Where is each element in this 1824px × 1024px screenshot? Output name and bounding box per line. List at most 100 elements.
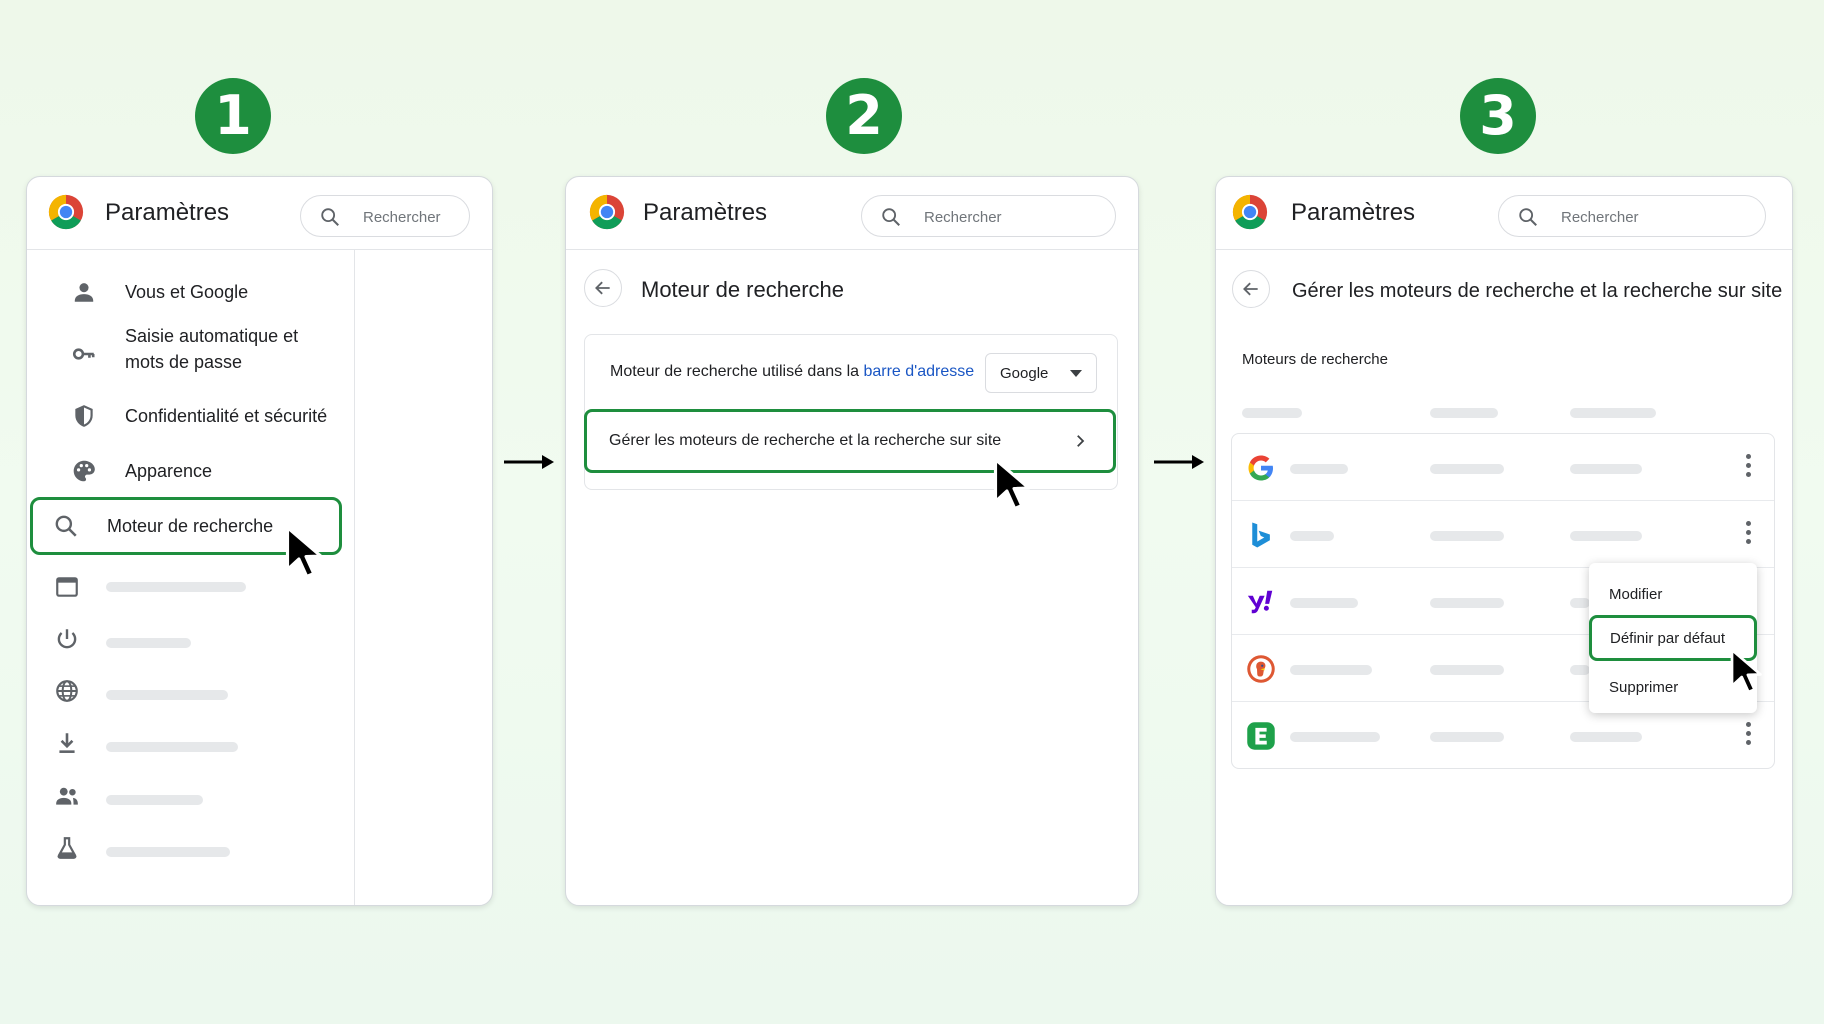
ecosia-logo xyxy=(1247,722,1275,750)
sidebar-item-privacy[interactable]: Confidentialité et sécurité xyxy=(45,391,365,439)
globe-icon xyxy=(56,680,78,702)
settings-header: Paramètres xyxy=(566,177,1138,250)
placeholder-bar xyxy=(106,690,228,700)
step-1-badge: 1 xyxy=(195,78,271,154)
search-box[interactable] xyxy=(1498,195,1766,237)
flask-icon xyxy=(57,837,77,859)
column-header-placeholder xyxy=(1570,408,1656,418)
mouse-cursor-icon xyxy=(285,525,323,579)
placeholder-bar xyxy=(1570,598,1590,608)
sidebar-item-you-and-google[interactable]: Vous et Google xyxy=(45,267,365,315)
download-icon xyxy=(59,733,75,753)
placeholder-bar xyxy=(1290,665,1372,675)
right-arrow-icon xyxy=(504,455,554,469)
page-title: Paramètres xyxy=(105,199,230,226)
menu-item-edit[interactable]: Modifier xyxy=(1589,573,1757,617)
search-icon xyxy=(882,208,900,226)
back-arrow-icon xyxy=(595,281,610,295)
sidebar-item-autofill[interactable]: Saisie automatique et mots de passe xyxy=(45,319,365,379)
placeholder-bar xyxy=(1570,531,1642,541)
section-label: Moteurs de recherche xyxy=(1242,351,1388,368)
placeholder-bar xyxy=(1570,732,1642,742)
placeholder-bar xyxy=(106,582,246,592)
browser-window-icon xyxy=(56,577,78,597)
placeholder-bar xyxy=(1430,665,1504,675)
settings-header: Paramètres xyxy=(1216,177,1792,250)
mouse-cursor-icon xyxy=(993,457,1031,511)
more-options-icon[interactable] xyxy=(1746,722,1752,746)
sidebar-item-appearance[interactable]: Apparence xyxy=(45,446,365,494)
manage-search-engines-label: Gérer les moteurs de recherche et la rec… xyxy=(609,432,1002,449)
placeholder-bar xyxy=(1430,598,1504,608)
placeholder-bar xyxy=(1290,464,1348,474)
sidebar-item-label: Apparence xyxy=(125,461,213,481)
search-icon xyxy=(55,515,77,537)
more-options-icon[interactable] xyxy=(1746,521,1752,545)
sidebar-item-label: Confidentialité et sécurité xyxy=(125,406,328,426)
column-header-placeholder xyxy=(1242,408,1302,418)
palette-icon xyxy=(73,460,95,482)
page-title: Paramètres xyxy=(1291,199,1416,226)
menu-item-label: Définir par défaut xyxy=(1610,630,1726,647)
search-box[interactable] xyxy=(861,195,1116,237)
column-header-placeholder xyxy=(1430,408,1498,418)
shield-icon xyxy=(75,405,93,427)
menu-item-label: Modifier xyxy=(1609,586,1663,603)
search-input[interactable] xyxy=(922,204,1096,230)
back-button[interactable] xyxy=(1232,270,1270,308)
default-engine-select[interactable]: Google xyxy=(985,353,1097,393)
back-arrow-icon xyxy=(1243,282,1258,296)
placeholder-bar xyxy=(106,742,238,752)
default-engine-label: Moteur de recherche utilisé dans la xyxy=(610,363,864,380)
subpage-title: Gérer les moteurs de recherche et la rec… xyxy=(1292,280,1783,302)
dropdown-triangle-icon xyxy=(1070,370,1082,377)
sidebar-item-label: Saisie automatique et mots de passe xyxy=(125,326,299,372)
default-engine-value: Google xyxy=(1000,365,1049,382)
right-arrow-icon xyxy=(1154,455,1204,469)
placeholder-bar xyxy=(1430,464,1504,474)
yahoo-logo xyxy=(1247,590,1273,614)
settings-window-step-3: Paramètres Gérer les moteurs de recherch… xyxy=(1215,176,1793,906)
placeholder-bar xyxy=(1290,531,1334,541)
person-icon xyxy=(74,283,94,302)
search-box[interactable] xyxy=(300,195,470,237)
chrome-logo-icon xyxy=(48,194,84,230)
search-input[interactable] xyxy=(361,204,465,230)
sidebar-item-label: Moteur de recherche xyxy=(107,516,274,536)
chrome-logo-icon xyxy=(1232,194,1268,230)
placeholder-bar xyxy=(1290,732,1380,742)
placeholder-bar xyxy=(106,847,230,857)
placeholder-bar xyxy=(1570,665,1590,675)
power-icon xyxy=(57,629,77,649)
address-bar-link[interactable]: barre d'adresse xyxy=(863,363,974,380)
search-engine-row-google xyxy=(1232,434,1774,501)
search-engine-row-bing xyxy=(1232,501,1774,568)
chevron-right-icon xyxy=(1077,435,1085,447)
default-engine-row: Moteur de recherche utilisé dans la barr… xyxy=(585,335,1117,409)
step-2-badge: 2 xyxy=(826,78,902,154)
step-3-badge: 3 xyxy=(1460,78,1536,154)
subpage-title: Moteur de recherche xyxy=(641,277,844,302)
search-input[interactable] xyxy=(1559,204,1743,230)
placeholder-bar xyxy=(1570,464,1642,474)
settings-header: Paramètres xyxy=(27,177,492,250)
people-icon xyxy=(56,787,78,805)
menu-item-label: Supprimer xyxy=(1609,679,1679,696)
settings-window-step-1: Paramètres Vous et Google Saisie automat… xyxy=(26,176,493,906)
search-icon xyxy=(1519,208,1537,226)
chrome-logo-icon xyxy=(589,194,625,230)
bing-logo xyxy=(1252,522,1270,548)
mouse-cursor-icon xyxy=(1730,648,1762,694)
placeholder-bar xyxy=(1430,732,1504,742)
settings-window-step-2: Paramètres Moteur de recherche Moteur de… xyxy=(565,176,1139,906)
key-icon xyxy=(72,348,95,360)
manage-search-engines-row[interactable]: Gérer les moteurs de recherche et la rec… xyxy=(584,409,1116,473)
more-options-icon[interactable] xyxy=(1746,454,1752,478)
placeholder-bar xyxy=(1430,531,1504,541)
google-logo xyxy=(1248,455,1273,481)
back-button[interactable] xyxy=(584,269,622,307)
placeholder-bar xyxy=(106,638,191,648)
duckduckgo-logo xyxy=(1247,655,1275,683)
placeholder-bar xyxy=(1290,598,1358,608)
placeholder-bar xyxy=(106,795,203,805)
